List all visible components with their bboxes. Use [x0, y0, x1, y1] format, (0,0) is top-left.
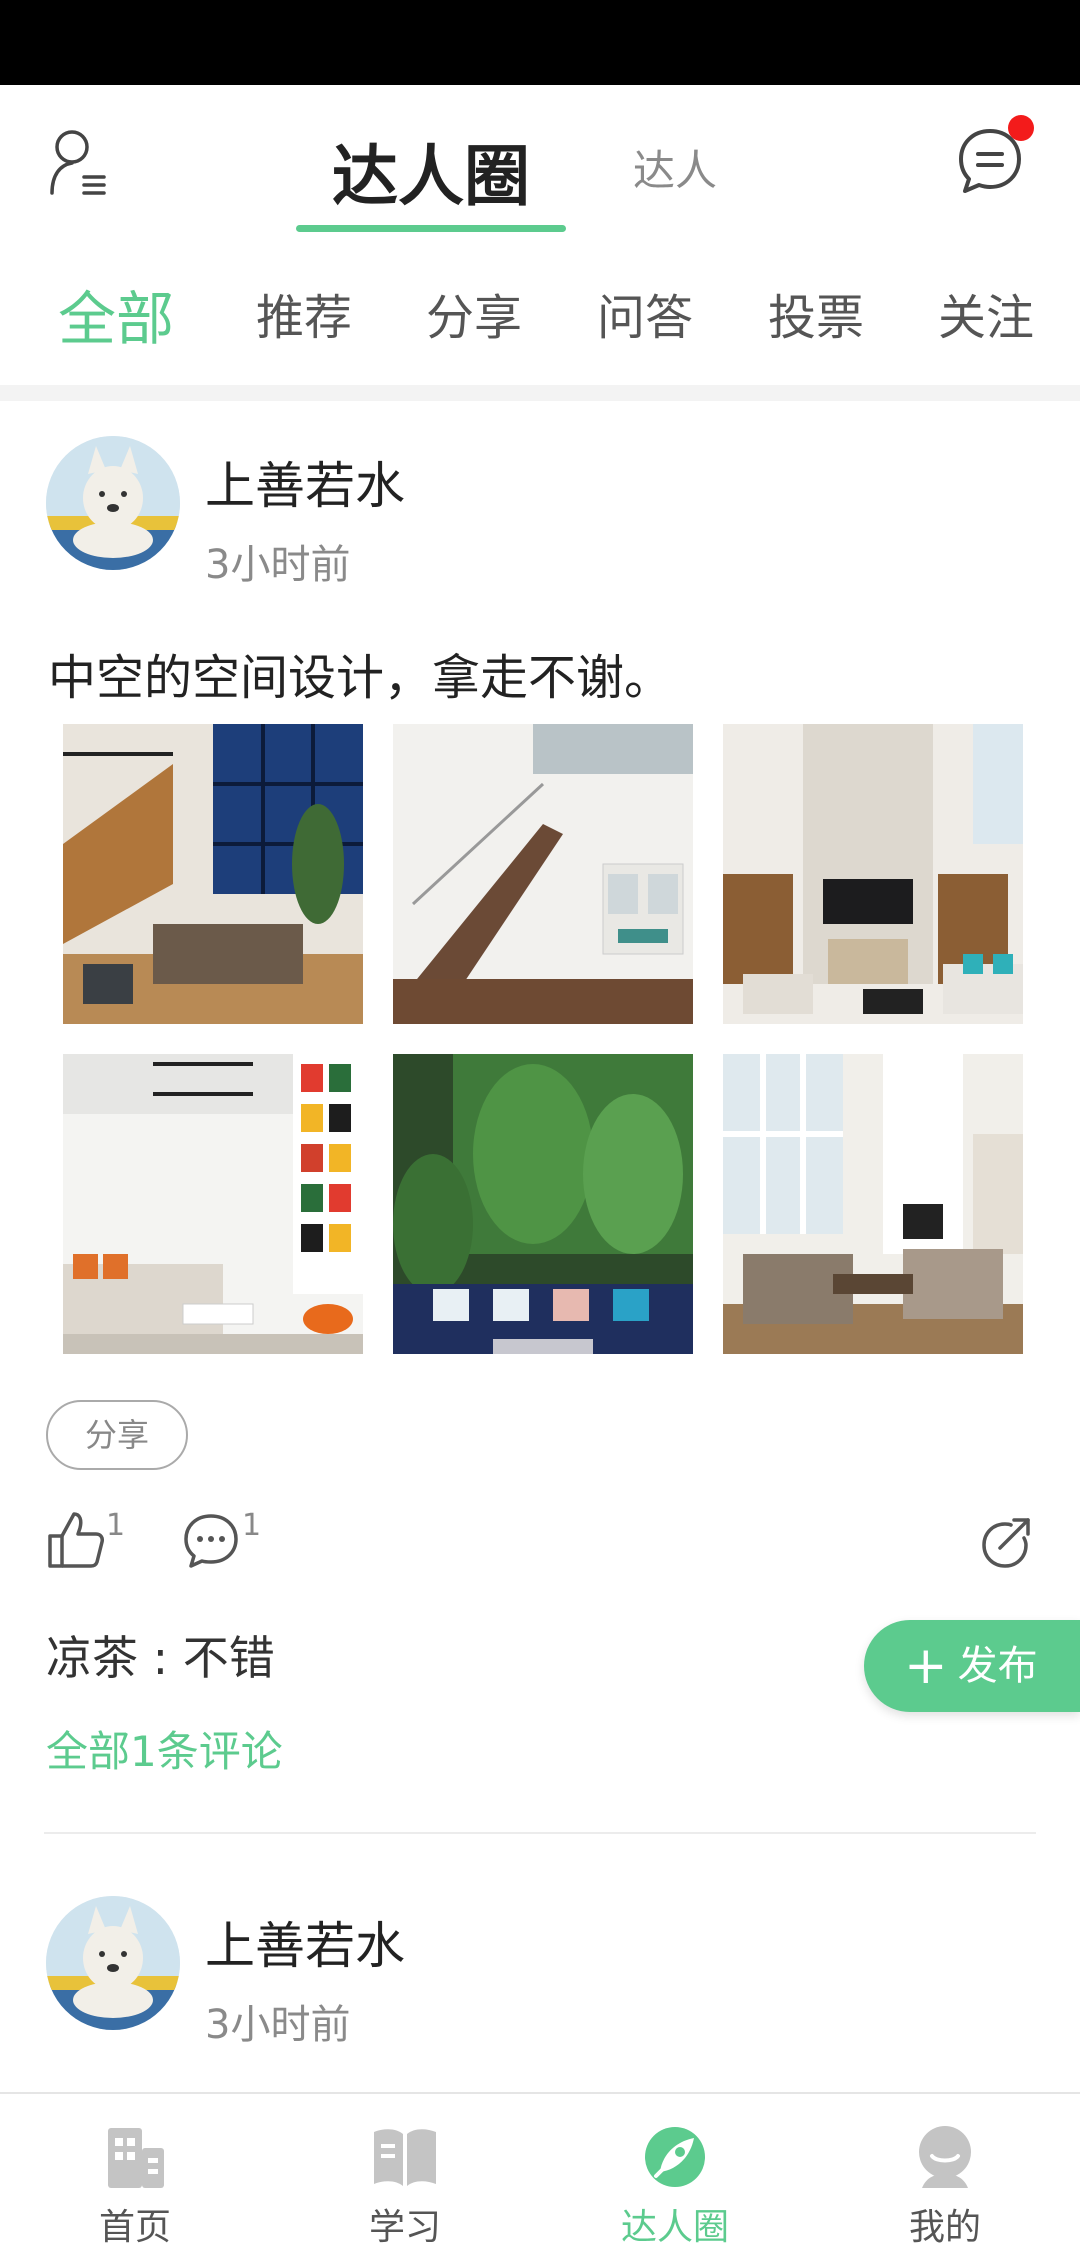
profile-icon: [919, 2126, 971, 2188]
publish-button[interactable]: + 发布: [864, 1620, 1080, 1712]
post-time: 3小时前: [205, 2002, 351, 2048]
author-name[interactable]: 上善若水: [205, 446, 405, 518]
comment-text: 凉茶 : 不错: [46, 1631, 275, 1685]
post-photo-4[interactable]: [63, 1054, 363, 1354]
nav-mine[interactable]: 我的: [810, 2094, 1080, 2244]
author-name[interactable]: 上善若水: [205, 1906, 405, 1978]
nav-learn[interactable]: 学习: [270, 2094, 540, 2244]
publish-label: 发布: [957, 1643, 1038, 1689]
active-tab-indicator: [296, 225, 566, 232]
category-tab-share[interactable]: 分享: [426, 278, 522, 348]
avatar[interactable]: [46, 436, 180, 570]
status-bar: [0, 0, 1080, 85]
all-comments-link[interactable]: 全部1条评论: [46, 1718, 283, 1779]
nav-home[interactable]: 首页: [0, 2094, 270, 2244]
nav-learn-label: 学习: [368, 2207, 441, 2244]
nav-home-label: 首页: [98, 2207, 171, 2244]
category-tab-qa[interactable]: 问答: [597, 278, 693, 348]
post-tag[interactable]: 分享: [46, 1400, 188, 1470]
nav-mine-label: 我的: [908, 2207, 981, 2244]
comment-icon[interactable]: [182, 1512, 240, 1570]
share-icon[interactable]: [976, 1514, 1034, 1572]
category-tabs: 全部 推荐 分享 问答 投票 关注: [0, 268, 1080, 368]
category-tab-all[interactable]: 全部: [58, 272, 174, 356]
post-photo-2[interactable]: [393, 724, 693, 1024]
category-tab-follow[interactable]: 关注: [938, 278, 1034, 348]
post-separator: [44, 1832, 1036, 1834]
comment-count: 1: [242, 1508, 262, 1543]
avatar[interactable]: [46, 1896, 180, 2030]
nav-daren-circle-label: 达人圈: [620, 2207, 729, 2244]
home-building-icon: [108, 2128, 164, 2188]
plus-icon: +: [904, 1636, 948, 1696]
bottom-nav: 首页 学习 达人圈 我的: [0, 2092, 1080, 2244]
post-photo-1[interactable]: [63, 724, 363, 1024]
tab-daren[interactable]: 达人: [600, 137, 750, 198]
category-tab-recommend[interactable]: 推荐: [256, 278, 352, 348]
user-list-icon[interactable]: [48, 127, 108, 197]
section-divider: [0, 385, 1080, 401]
tab-daren-circle[interactable]: 达人圈: [296, 123, 566, 219]
like-count: 1: [106, 1508, 126, 1543]
notification-badge: [1008, 115, 1034, 141]
post-time: 3小时前: [205, 542, 351, 588]
book-icon: [374, 2129, 436, 2186]
post-photo-5[interactable]: [393, 1054, 693, 1354]
header: 达人圈 达人: [0, 85, 1080, 245]
circle-rocket-icon: [645, 2127, 705, 2187]
post-text[interactable]: 中空的空间设计，拿走不谢。: [48, 638, 672, 708]
nav-daren-circle[interactable]: 达人圈: [540, 2094, 810, 2244]
like-icon[interactable]: [46, 1510, 104, 1570]
category-tab-vote[interactable]: 投票: [768, 278, 864, 348]
post-photo-3[interactable]: [723, 724, 1023, 1024]
post-photo-6[interactable]: [723, 1054, 1023, 1354]
